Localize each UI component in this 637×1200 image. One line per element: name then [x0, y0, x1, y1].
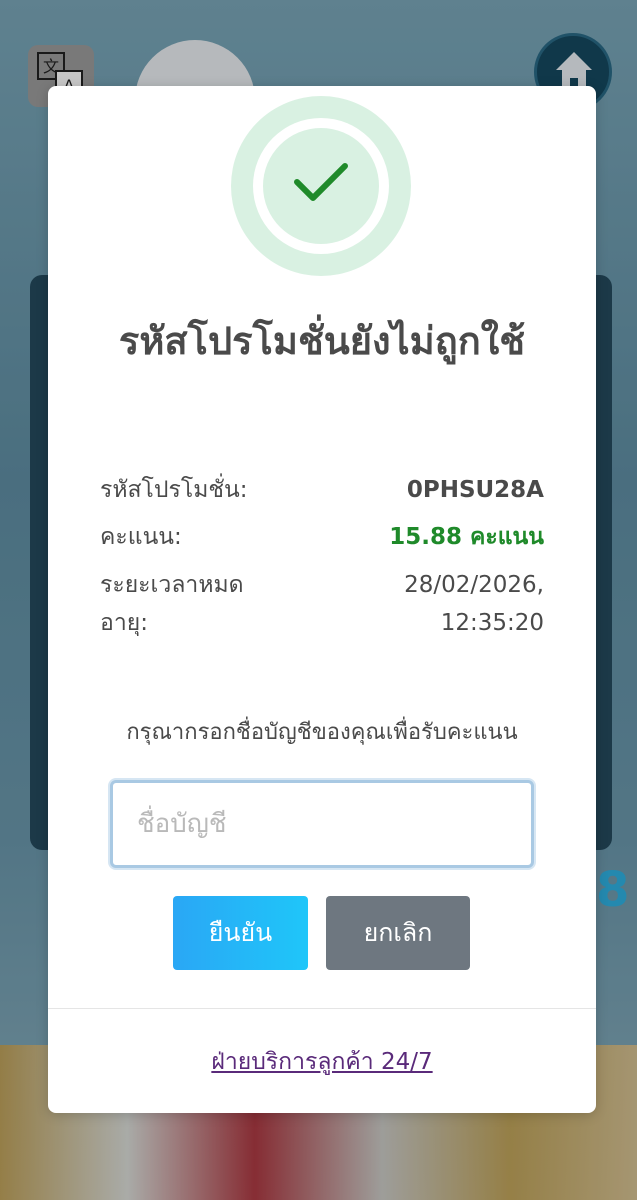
promo-code-label: รหัสโปรโมชั่น:: [100, 477, 248, 503]
customer-support-link[interactable]: ฝ่ายบริการลูกค้า 24/7: [48, 1044, 596, 1080]
check-icon: [294, 163, 348, 201]
success-badge: [231, 96, 411, 276]
promo-code-value: 0PHSU28A: [406, 477, 544, 503]
expiry-label: ระยะเวลาหมดอายุ:: [100, 572, 244, 636]
promo-code-row: รหัสโปรโมชั่น: 0PHSU28A: [100, 471, 544, 509]
account-prompt: กรุณากรอกชื่อบัญชีของคุณเพื่อรับคะแนน: [126, 720, 518, 745]
cancel-button[interactable]: ยกเลิก: [326, 896, 470, 970]
account-name-input[interactable]: [110, 780, 534, 868]
promo-code-modal: รหัสโปรโมชั่นยังไม่ถูกใช้ รหัสโปรโมชั่น:…: [48, 86, 596, 1113]
points-value: 15.88 คะแนน: [389, 524, 544, 550]
confirm-button[interactable]: ยืนยัน: [173, 896, 308, 970]
points-row: คะแนน: 15.88 คะแนน: [100, 518, 544, 556]
divider: [48, 1008, 596, 1009]
points-label: คะแนน:: [100, 524, 182, 550]
modal-title: รหัสโปรโมชั่นยังไม่ถูกใช้: [118, 319, 526, 363]
expiry-row: ระยะเวลาหมดอายุ: 28/02/2026, 12:35:20: [100, 566, 544, 646]
expiry-value: 28/02/2026, 12:35:20: [404, 572, 544, 636]
